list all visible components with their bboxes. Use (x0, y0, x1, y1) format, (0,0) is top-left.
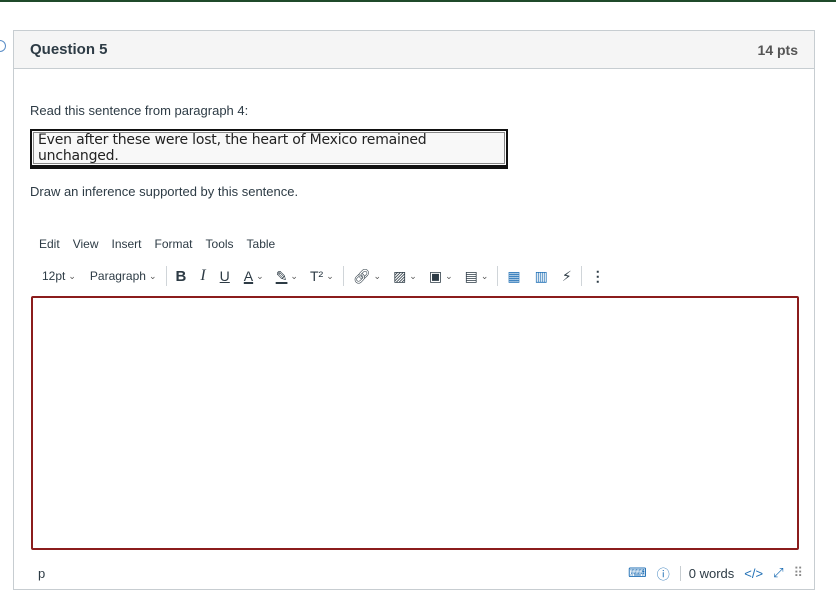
font-size-select[interactable]: 12pt ⌄ (38, 265, 80, 287)
resize-handle-icon[interactable]: ⠿ (793, 565, 803, 581)
chevron-down-icon: ⌄ (480, 270, 489, 281)
toolbar-divider (497, 266, 499, 286)
chevron-down-icon: ⌄ (409, 270, 417, 281)
menu-insert[interactable]: Insert (111, 237, 141, 251)
plugin-button[interactable]: ⚡︎ (558, 265, 576, 287)
question-header: Question 5 14 pts (14, 31, 814, 69)
toolbar-divider (342, 266, 344, 286)
bold-icon: B (175, 267, 187, 285)
html-editor-toggle[interactable]: </> (744, 566, 763, 581)
italic-button[interactable]: I (196, 265, 209, 287)
question-points: 14 pts (757, 41, 798, 58)
italic-icon: I (200, 267, 206, 284)
quote-image: Even after these were lost, the heart of… (30, 129, 508, 169)
block-format-value: Paragraph (89, 269, 146, 283)
superscript-button[interactable]: T² ⌄ (306, 265, 338, 287)
highlighter-icon: ✎ (275, 268, 288, 284)
chevron-down-icon: ⌄ (373, 270, 382, 281)
document-button[interactable]: ▤ ⌄ (461, 265, 493, 287)
editor-content[interactable] (33, 298, 797, 314)
block-format-select[interactable]: Paragraph ⌄ (86, 265, 161, 287)
accessibility-checker-icon[interactable]: ⓘ (657, 564, 670, 583)
question-prompt: Read this sentence from paragraph 4: (30, 103, 249, 118)
chevron-down-icon: ⌄ (445, 270, 453, 281)
highlight-color-button[interactable]: ✎ ⌄ (272, 265, 302, 287)
plug-icon: ⚡︎ (561, 268, 572, 284)
menu-view[interactable]: View (73, 237, 99, 251)
chevron-down-icon: ⌄ (256, 270, 264, 281)
document-icon: ▤ (464, 268, 478, 284)
menu-edit[interactable]: Edit (39, 237, 60, 251)
keyboard-shortcuts-icon[interactable]: ⌨ (628, 565, 647, 581)
more-options-button[interactable]: ⋮ (587, 265, 609, 287)
chevron-down-icon: ⌄ (68, 270, 76, 281)
apps-button[interactable]: ▥ (531, 265, 552, 287)
menu-format[interactable]: Format (155, 237, 193, 251)
media-icon: ▣ (428, 268, 443, 284)
quote-text: Even after these were lost, the heart of… (38, 132, 427, 164)
media-button[interactable]: ▣ ⌄ (425, 265, 457, 287)
link-icon: 🔗︎ (352, 268, 371, 284)
editor-menubar: Edit View Insert Format Tools Table (39, 237, 275, 251)
bold-button[interactable]: B (172, 265, 191, 287)
font-size-value: 12pt (42, 269, 66, 283)
link-button[interactable]: 🔗︎ ⌄ (349, 265, 385, 287)
element-path[interactable]: p (38, 566, 628, 581)
chevron-down-icon: ⌄ (148, 270, 157, 281)
question-instruction: Draw an inference supported by this sent… (30, 184, 299, 199)
image-button[interactable]: ▨ ⌄ (389, 265, 421, 287)
fullscreen-icon[interactable]: ⤢ (773, 565, 783, 581)
editor-statusbar: p ⌨ ⓘ 0 words </> ⤢ ⠿ (38, 563, 803, 583)
menu-table[interactable]: Table (247, 237, 276, 251)
image-embed-icon: ▦ (507, 268, 521, 284)
toolbar-divider (580, 266, 582, 286)
apps-icon: ▥ (534, 268, 548, 284)
menu-tools[interactable]: Tools (206, 237, 234, 251)
image-icon: ▨ (393, 268, 407, 284)
chevron-down-icon: ⌄ (326, 270, 334, 281)
question-card: Question 5 14 pts Read this sentence fro… (13, 30, 815, 590)
more-vertical-icon: ⋮ (590, 268, 605, 284)
underline-button[interactable]: U (216, 265, 234, 287)
embed-image-button[interactable]: ▦ (503, 265, 524, 287)
editor-toolbar: 12pt ⌄ Paragraph ⌄ B I U A ⌄ ✎ ⌄ T² ⌄ 🔗︎… (38, 265, 688, 287)
superscript-icon: T² (309, 268, 324, 284)
toolbar-divider (165, 266, 167, 286)
chevron-down-icon: ⌄ (290, 270, 298, 281)
underline-icon: U (219, 268, 230, 284)
top-border-line (0, 0, 836, 2)
question-marker-icon (0, 40, 6, 52)
text-color-icon: A (243, 268, 254, 284)
rich-text-editor[interactable] (31, 296, 799, 550)
word-count: 0 words (679, 565, 734, 581)
question-title: Question 5 (30, 41, 108, 58)
text-color-button[interactable]: A ⌄ (240, 265, 268, 287)
